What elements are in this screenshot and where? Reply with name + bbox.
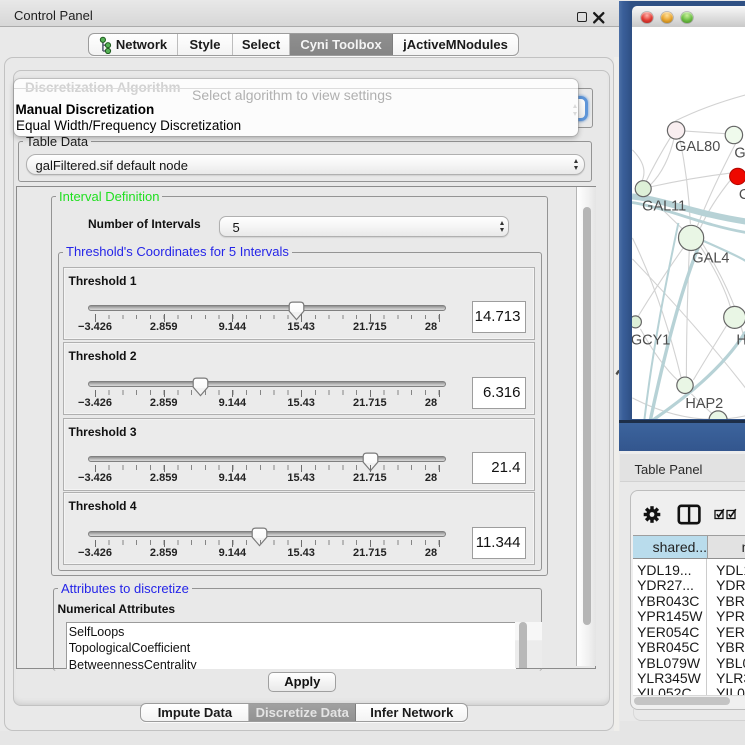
svg-text:GCY1: GCY1 bbox=[632, 332, 670, 348]
svg-text:GAL4: GAL4 bbox=[692, 250, 729, 266]
svg-text:G.: G. bbox=[734, 145, 745, 161]
svg-text:HAP2: HAP2 bbox=[685, 396, 723, 412]
svg-text:H: H bbox=[736, 332, 745, 348]
svg-text:C.: C. bbox=[738, 187, 744, 203]
svg-text:GAL80: GAL80 bbox=[675, 139, 720, 155]
svg-text:GAL11: GAL11 bbox=[642, 198, 686, 214]
